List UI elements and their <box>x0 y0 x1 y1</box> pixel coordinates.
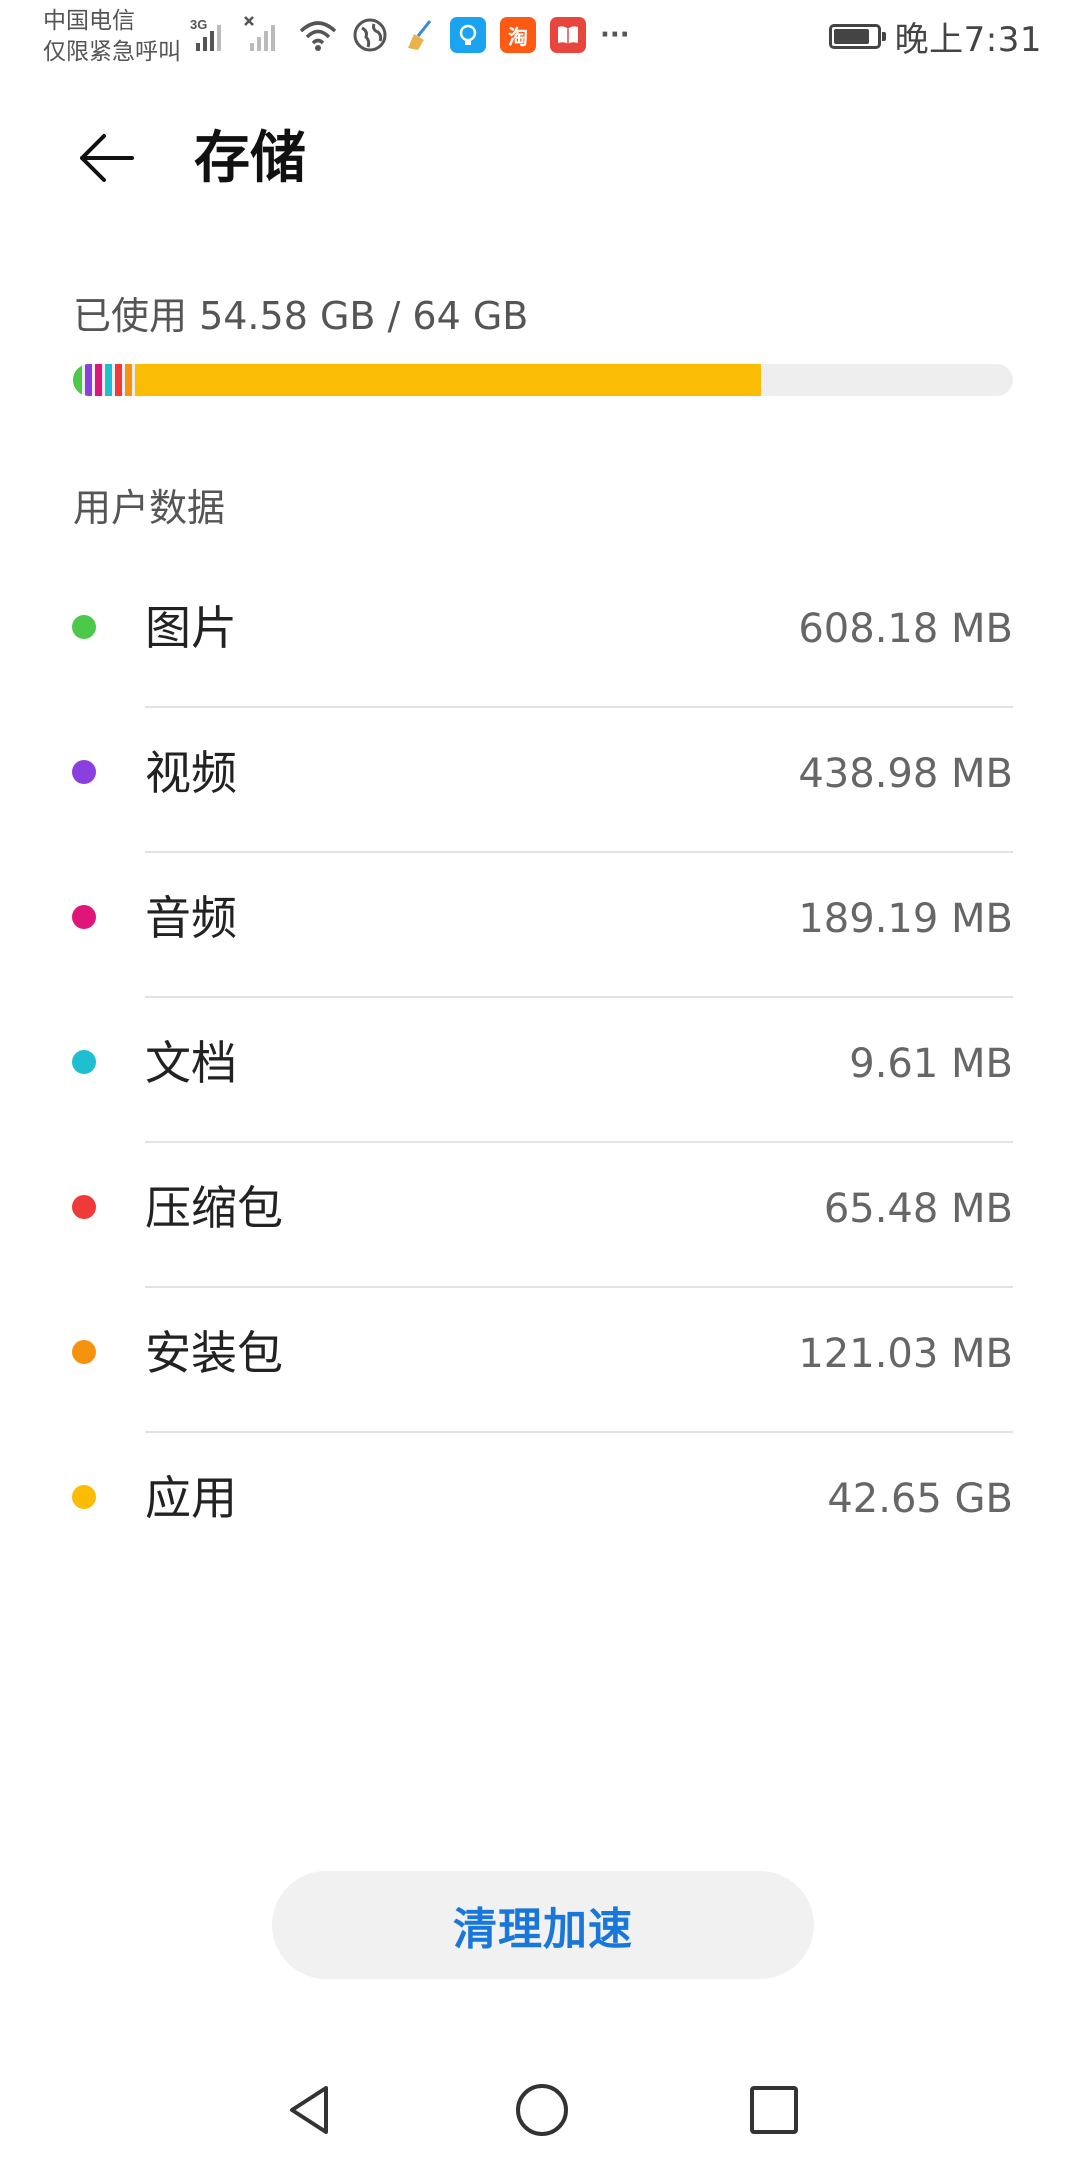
category-label: 图片 <box>145 601 237 655</box>
globe-icon <box>352 17 388 53</box>
category-color-dot <box>72 1195 96 1219</box>
storage-item-apps[interactable]: 应用 42.65 GB <box>0 1433 1080 1578</box>
usage-segment <box>104 364 112 396</box>
category-color-dot <box>72 1340 96 1364</box>
category-label: 音频 <box>145 891 237 945</box>
carrier-info: 中国电信 仅限紧急呼叫 <box>43 6 181 68</box>
category-label: 应用 <box>145 1471 237 1525</box>
nav-recents-button[interactable] <box>742 2078 806 2142</box>
category-label: 压缩包 <box>145 1181 283 1235</box>
storage-usage-bar <box>73 364 1013 396</box>
category-label: 文档 <box>145 1036 237 1090</box>
clock: 晚上7:31 <box>894 19 1042 60</box>
back-button[interactable] <box>66 118 146 198</box>
storage-list: 图片 608.18 MB 视频 438.98 MB 音频 189.19 MB 文… <box>0 563 1080 1578</box>
storage-item-videos[interactable]: 视频 438.98 MB <box>0 708 1080 853</box>
category-size: 438.98 MB <box>798 751 1013 797</box>
category-color-dot <box>72 1485 96 1509</box>
carrier-name: 中国电信 <box>43 8 135 34</box>
nav-home-button[interactable] <box>510 2078 574 2142</box>
usage-segment <box>73 364 82 396</box>
emergency-only-text: 仅限紧急呼叫 <box>43 39 181 65</box>
more-notifications-icon: ··· <box>600 20 630 50</box>
back-triangle-icon <box>290 2086 328 2134</box>
navigation-bar <box>0 2060 1080 2160</box>
storage-usage-text: 已使用 54.58 GB / 64 GB <box>73 294 529 338</box>
broom-icon <box>402 18 436 52</box>
recents-square-icon <box>750 2086 798 2134</box>
category-size: 121.03 MB <box>798 1331 1013 1377</box>
network-type-label: 3G <box>190 17 207 32</box>
category-size: 9.61 MB <box>849 1041 1013 1087</box>
usage-segment <box>114 364 122 396</box>
storage-item-documents[interactable]: 文档 9.61 MB <box>0 998 1080 1143</box>
usage-segment <box>84 364 92 396</box>
category-color-dot <box>72 760 96 784</box>
category-label: 安装包 <box>145 1326 283 1380</box>
nav-back-button[interactable] <box>278 2078 342 2142</box>
status-icons: 3G 淘 ··· <box>190 10 630 60</box>
category-color-dot <box>72 615 96 639</box>
wifi-icon <box>298 17 338 53</box>
page-title: 存储 <box>194 126 306 191</box>
usage-segment <box>134 364 762 396</box>
home-circle-icon <box>516 2084 568 2136</box>
signal-3g-icon: 3G <box>190 15 230 55</box>
section-title: 用户数据 <box>73 486 226 530</box>
storage-item-images[interactable]: 图片 608.18 MB <box>0 563 1080 708</box>
category-label: 视频 <box>145 746 237 800</box>
usage-segment <box>94 364 102 396</box>
category-size: 608.18 MB <box>798 606 1013 652</box>
category-size: 189.19 MB <box>798 896 1013 942</box>
book-app-icon <box>550 17 586 53</box>
bulb-app-icon <box>450 17 486 53</box>
arrow-left-icon <box>80 134 134 182</box>
taobao-app-icon: 淘 <box>500 17 536 53</box>
battery-fill <box>833 28 870 44</box>
status-right: 晚上7:31 <box>828 12 1042 60</box>
status-bar: 中国电信 仅限紧急呼叫 3G 淘 ··· 晚上7:31 <box>0 0 1080 72</box>
clean-accelerate-button[interactable]: 清理加速 <box>272 1871 814 1979</box>
category-color-dot <box>72 905 96 929</box>
category-color-dot <box>72 1050 96 1074</box>
storage-item-install-packages[interactable]: 安装包 121.03 MB <box>0 1288 1080 1433</box>
category-size: 42.65 GB <box>827 1476 1013 1522</box>
battery-icon <box>828 23 886 49</box>
usage-segment <box>124 364 132 396</box>
storage-item-archives[interactable]: 压缩包 65.48 MB <box>0 1143 1080 1288</box>
category-size: 65.48 MB <box>823 1186 1013 1232</box>
signal-no-sim-icon <box>244 15 284 55</box>
storage-item-audio[interactable]: 音频 189.19 MB <box>0 853 1080 998</box>
